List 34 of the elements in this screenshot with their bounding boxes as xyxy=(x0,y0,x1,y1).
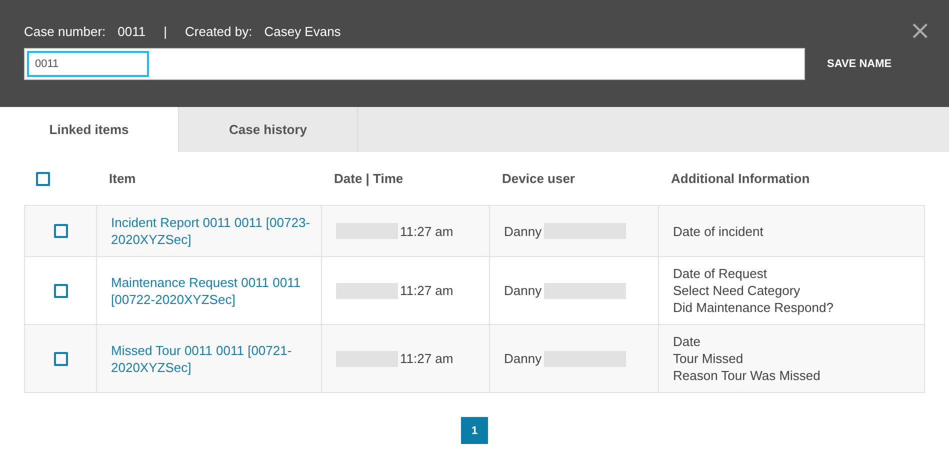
row-checkbox[interactable] xyxy=(54,352,68,366)
item-link[interactable]: Maintenance Request 0011 0011 [00722-2020XYZSec] xyxy=(111,274,321,308)
time-text: 11:27 am xyxy=(400,224,454,238)
info-line: Date of incident xyxy=(673,222,764,240)
time-text: 11:27 am xyxy=(400,351,454,366)
info-line: Date of Request xyxy=(673,265,767,282)
info-line: Did Maintenance Respond? xyxy=(673,299,834,316)
column-header: Date | Time xyxy=(334,171,404,186)
info-line: Tour Missed xyxy=(673,350,744,367)
redacted-block xyxy=(336,282,398,298)
tab[interactable]: Linked items xyxy=(0,107,179,152)
select-all-checkbox[interactable] xyxy=(36,172,50,186)
case-number-label: Case number: xyxy=(24,24,106,39)
column-header: Device user xyxy=(502,171,575,186)
column-header: Additional Information xyxy=(671,171,810,186)
name-field[interactable]: 0011 xyxy=(24,48,805,80)
save-name-button[interactable]: SAVE NAME xyxy=(827,54,892,74)
time-text: 11:27 am xyxy=(400,283,454,298)
row-checkbox[interactable] xyxy=(54,224,68,238)
page-button[interactable]: 1 xyxy=(461,417,488,444)
info-line: Select Need Category xyxy=(673,282,800,299)
info-line: Date xyxy=(673,333,700,350)
info-line: Reason Tour Was Missed xyxy=(673,367,820,384)
user-name: Danny xyxy=(504,283,542,298)
case-number: 0011 xyxy=(118,24,146,39)
item-link[interactable]: Incident Report 0011 0011 [00723-2020XYZSec] xyxy=(111,214,321,248)
user-name: Danny xyxy=(504,351,542,366)
row-checkbox[interactable] xyxy=(54,284,68,298)
creator-name: Casey Evans xyxy=(264,24,341,39)
column-header: Item xyxy=(109,171,136,186)
item-link[interactable]: Missed Tour 0011 0011 [00721-2020XYZSec] xyxy=(111,342,321,376)
created-by-label: Created by: xyxy=(185,24,252,39)
user-name: Danny xyxy=(504,224,542,238)
separator: | xyxy=(164,24,168,39)
